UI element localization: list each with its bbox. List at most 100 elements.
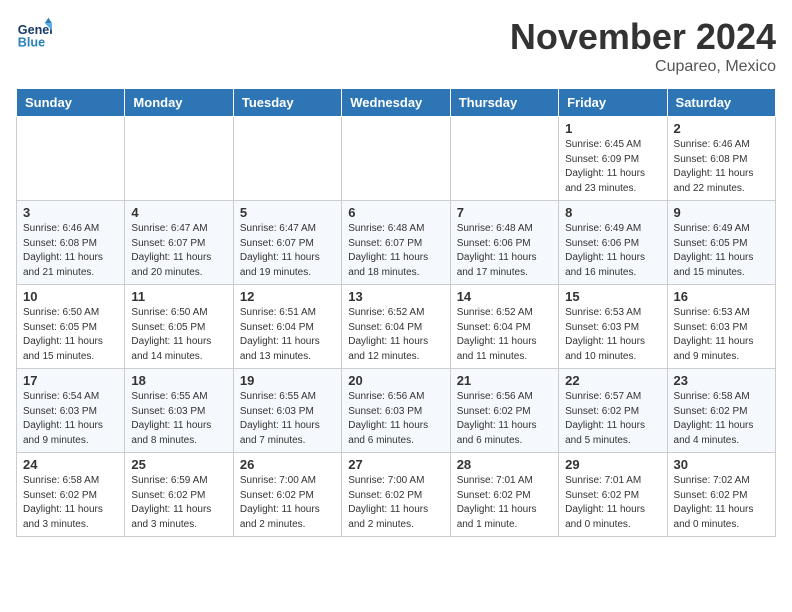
day-number: 11 — [131, 289, 226, 304]
calendar-cell: 17 Sunrise: 6:54 AM Sunset: 6:03 PM Dayli… — [17, 369, 125, 453]
week-row-3: 10 Sunrise: 6:50 AM Sunset: 6:05 PM Dayli… — [17, 285, 776, 369]
logo-icon: General Blue — [16, 16, 52, 52]
day-number: 8 — [565, 205, 660, 220]
cell-info: Sunrise: 6:48 AM Sunset: 6:06 PM Dayligh… — [457, 222, 552, 280]
cell-info: Sunrise: 6:53 AM Sunset: 6:03 PM Dayligh… — [674, 306, 769, 364]
calendar-cell — [342, 117, 450, 201]
logo: General Blue — [16, 16, 52, 52]
day-number: 19 — [240, 373, 335, 388]
weekday-header-thursday: Thursday — [450, 89, 558, 117]
weekday-header-row: SundayMondayTuesdayWednesdayThursdayFrid… — [17, 89, 776, 117]
weekday-header-monday: Monday — [125, 89, 233, 117]
calendar-cell: 10 Sunrise: 6:50 AM Sunset: 6:05 PM Dayli… — [17, 285, 125, 369]
day-number: 10 — [23, 289, 118, 304]
weekday-header-sunday: Sunday — [17, 89, 125, 117]
calendar-cell: 15 Sunrise: 6:53 AM Sunset: 6:03 PM Dayli… — [559, 285, 667, 369]
calendar-cell: 23 Sunrise: 6:58 AM Sunset: 6:02 PM Dayli… — [667, 369, 775, 453]
cell-info: Sunrise: 7:01 AM Sunset: 6:02 PM Dayligh… — [457, 474, 552, 532]
cell-info: Sunrise: 6:46 AM Sunset: 6:08 PM Dayligh… — [674, 138, 769, 196]
day-number: 7 — [457, 205, 552, 220]
cell-info: Sunrise: 6:47 AM Sunset: 6:07 PM Dayligh… — [131, 222, 226, 280]
calendar-cell: 27Sunrise: 7:00 AM Sunset: 6:02 PM Dayli… — [342, 453, 450, 537]
calendar-cell: 6 Sunrise: 6:48 AM Sunset: 6:07 PM Daylig… — [342, 201, 450, 285]
calendar-cell: 1Sunrise: 6:45 AM Sunset: 6:09 PM Daylig… — [559, 117, 667, 201]
day-number: 12 — [240, 289, 335, 304]
cell-info: Sunrise: 6:50 AM Sunset: 6:05 PM Dayligh… — [131, 306, 226, 364]
day-number: 14 — [457, 289, 552, 304]
day-number: 26 — [240, 457, 335, 472]
calendar-cell: 8 Sunrise: 6:49 AM Sunset: 6:06 PM Daylig… — [559, 201, 667, 285]
svg-text:Blue: Blue — [18, 36, 45, 50]
calendar-cell: 7 Sunrise: 6:48 AM Sunset: 6:06 PM Daylig… — [450, 201, 558, 285]
calendar-cell: 18Sunrise: 6:55 AM Sunset: 6:03 PM Dayli… — [125, 369, 233, 453]
calendar-cell: 2Sunrise: 6:46 AM Sunset: 6:08 PM Daylig… — [667, 117, 775, 201]
week-row-5: 24 Sunrise: 6:58 AM Sunset: 6:02 PM Dayli… — [17, 453, 776, 537]
cell-info: Sunrise: 6:56 AM Sunset: 6:03 PM Dayligh… — [348, 390, 443, 448]
calendar-cell: 30 Sunrise: 7:02 AM Sunset: 6:02 PM Dayli… — [667, 453, 775, 537]
cell-info: Sunrise: 6:50 AM Sunset: 6:05 PM Dayligh… — [23, 306, 118, 364]
calendar-cell: 28Sunrise: 7:01 AM Sunset: 6:02 PM Dayli… — [450, 453, 558, 537]
day-number: 6 — [348, 205, 443, 220]
day-number: 18 — [131, 373, 226, 388]
cell-info: Sunrise: 6:53 AM Sunset: 6:03 PM Dayligh… — [565, 306, 660, 364]
title-block: November 2024 Cupareo, Mexico — [510, 16, 776, 76]
calendar-cell: 24 Sunrise: 6:58 AM Sunset: 6:02 PM Dayli… — [17, 453, 125, 537]
cell-info: Sunrise: 6:52 AM Sunset: 6:04 PM Dayligh… — [348, 306, 443, 364]
cell-info: Sunrise: 6:46 AM Sunset: 6:08 PM Dayligh… — [23, 222, 118, 280]
calendar-cell: 16 Sunrise: 6:53 AM Sunset: 6:03 PM Dayli… — [667, 285, 775, 369]
week-row-2: 3 Sunrise: 6:46 AM Sunset: 6:08 PM Daylig… — [17, 201, 776, 285]
cell-info: Sunrise: 7:01 AM Sunset: 6:02 PM Dayligh… — [565, 474, 660, 532]
calendar-cell — [450, 117, 558, 201]
day-number: 16 — [674, 289, 769, 304]
weekday-header-saturday: Saturday — [667, 89, 775, 117]
calendar-cell — [125, 117, 233, 201]
calendar-cell: 19 Sunrise: 6:55 AM Sunset: 6:03 PM Dayli… — [233, 369, 341, 453]
day-number: 23 — [674, 373, 769, 388]
day-number: 20 — [348, 373, 443, 388]
calendar-cell — [233, 117, 341, 201]
cell-info: Sunrise: 6:59 AM Sunset: 6:02 PM Dayligh… — [131, 474, 226, 532]
cell-info: Sunrise: 6:49 AM Sunset: 6:06 PM Dayligh… — [565, 222, 660, 280]
calendar-cell: 9Sunrise: 6:49 AM Sunset: 6:05 PM Daylig… — [667, 201, 775, 285]
day-number: 4 — [131, 205, 226, 220]
cell-info: Sunrise: 6:47 AM Sunset: 6:07 PM Dayligh… — [240, 222, 335, 280]
calendar-cell: 11 Sunrise: 6:50 AM Sunset: 6:05 PM Dayli… — [125, 285, 233, 369]
day-number: 30 — [674, 457, 769, 472]
day-number: 15 — [565, 289, 660, 304]
cell-info: Sunrise: 7:00 AM Sunset: 6:02 PM Dayligh… — [348, 474, 443, 532]
day-number: 24 — [23, 457, 118, 472]
day-number: 3 — [23, 205, 118, 220]
calendar-cell: 22Sunrise: 6:57 AM Sunset: 6:02 PM Dayli… — [559, 369, 667, 453]
weekday-header-tuesday: Tuesday — [233, 89, 341, 117]
calendar-cell: 26Sunrise: 7:00 AM Sunset: 6:02 PM Dayli… — [233, 453, 341, 537]
calendar-cell: 4 Sunrise: 6:47 AM Sunset: 6:07 PM Daylig… — [125, 201, 233, 285]
page-header: General Blue November 2024 Cupareo, Mexi… — [16, 16, 776, 76]
calendar-cell — [17, 117, 125, 201]
calendar-cell: 12Sunrise: 6:51 AM Sunset: 6:04 PM Dayli… — [233, 285, 341, 369]
cell-info: Sunrise: 6:45 AM Sunset: 6:09 PM Dayligh… — [565, 138, 660, 196]
week-row-4: 17 Sunrise: 6:54 AM Sunset: 6:03 PM Dayli… — [17, 369, 776, 453]
cell-info: Sunrise: 6:55 AM Sunset: 6:03 PM Dayligh… — [240, 390, 335, 448]
cell-info: Sunrise: 7:02 AM Sunset: 6:02 PM Dayligh… — [674, 474, 769, 532]
month-title: November 2024 — [510, 16, 776, 58]
calendar-cell: 13Sunrise: 6:52 AM Sunset: 6:04 PM Dayli… — [342, 285, 450, 369]
cell-info: Sunrise: 6:56 AM Sunset: 6:02 PM Dayligh… — [457, 390, 552, 448]
cell-info: Sunrise: 6:48 AM Sunset: 6:07 PM Dayligh… — [348, 222, 443, 280]
day-number: 25 — [131, 457, 226, 472]
weekday-header-friday: Friday — [559, 89, 667, 117]
calendar-cell: 5Sunrise: 6:47 AM Sunset: 6:07 PM Daylig… — [233, 201, 341, 285]
day-number: 21 — [457, 373, 552, 388]
calendar-cell: 25 Sunrise: 6:59 AM Sunset: 6:02 PM Dayli… — [125, 453, 233, 537]
day-number: 9 — [674, 205, 769, 220]
cell-info: Sunrise: 6:57 AM Sunset: 6:02 PM Dayligh… — [565, 390, 660, 448]
calendar-cell: 20 Sunrise: 6:56 AM Sunset: 6:03 PM Dayli… — [342, 369, 450, 453]
cell-info: Sunrise: 6:54 AM Sunset: 6:03 PM Dayligh… — [23, 390, 118, 448]
day-number: 29 — [565, 457, 660, 472]
cell-info: Sunrise: 6:58 AM Sunset: 6:02 PM Dayligh… — [674, 390, 769, 448]
calendar-cell: 3 Sunrise: 6:46 AM Sunset: 6:08 PM Daylig… — [17, 201, 125, 285]
cell-info: Sunrise: 6:52 AM Sunset: 6:04 PM Dayligh… — [457, 306, 552, 364]
calendar-cell: 29 Sunrise: 7:01 AM Sunset: 6:02 PM Dayli… — [559, 453, 667, 537]
cell-info: Sunrise: 6:58 AM Sunset: 6:02 PM Dayligh… — [23, 474, 118, 532]
calendar-cell: 14 Sunrise: 6:52 AM Sunset: 6:04 PM Dayli… — [450, 285, 558, 369]
day-number: 17 — [23, 373, 118, 388]
